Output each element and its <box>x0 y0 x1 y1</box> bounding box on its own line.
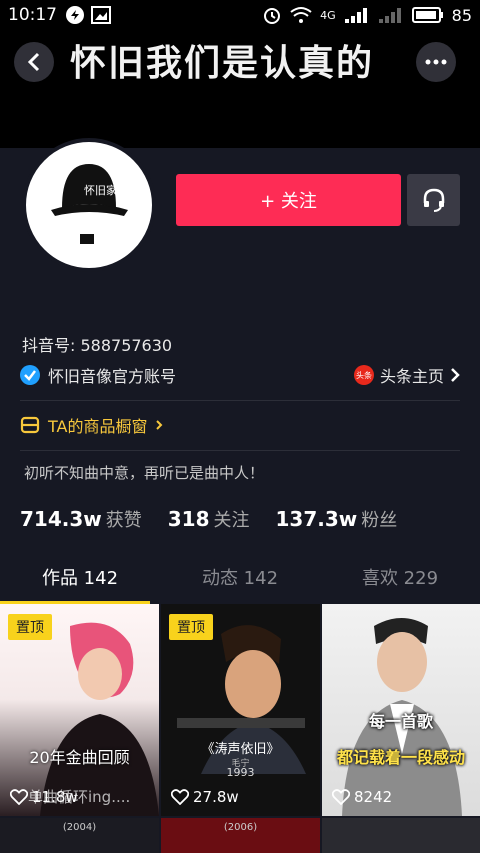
follow-label: + 关注 <box>260 191 317 212</box>
chevron-right-icon <box>156 420 163 430</box>
more-icon <box>425 59 447 65</box>
video-caption: 都记载着一段感动 <box>336 748 465 767</box>
like-count-value: 27.8w <box>193 788 239 806</box>
shop-window-label: TA的商品橱窗 <box>48 417 148 436</box>
app-notification-icon <box>66 6 84 24</box>
page-title: 怀旧我们是认真的 <box>70 42 375 84</box>
chevron-left-icon <box>27 52 40 72</box>
like-count: 11.8w <box>10 788 78 806</box>
heart-icon <box>171 789 189 805</box>
stat-value: 318 <box>167 507 210 531</box>
more-button[interactable] <box>416 42 456 82</box>
video-year: 1993 <box>226 766 255 779</box>
tab-works[interactable]: 作品 142 <box>0 556 160 602</box>
stat-label: 粉丝 <box>361 510 398 531</box>
wifi-icon <box>290 7 312 23</box>
battery-level: 85 <box>451 5 472 25</box>
bio: 初听不知曲中意，再听已是曲中人！ <box>24 464 265 482</box>
stat-label: 获赞 <box>105 510 142 531</box>
video-caption: 20年金曲回顾 <box>29 748 130 767</box>
stat-value: 714.3w <box>20 507 102 531</box>
video-thumbnail[interactable]: (2004) <box>0 818 159 853</box>
douyin-id: 抖音号: 588757630 <box>22 336 173 355</box>
stat-following[interactable]: 318 关注 <box>168 506 250 532</box>
stats-row: 714.3w 获赞 318 关注 137.3w 粉丝 <box>20 506 397 534</box>
heart-icon <box>10 789 28 805</box>
toutiao-link[interactable]: 头条 头条主页 <box>353 363 460 387</box>
like-count: 8242 <box>332 788 392 806</box>
signal-icon <box>344 8 367 23</box>
back-button[interactable] <box>14 42 54 82</box>
headset-icon <box>423 188 444 212</box>
heart-icon <box>332 789 350 805</box>
tab-likes[interactable]: 喜欢 229 <box>320 556 480 602</box>
video-thumbnail[interactable] <box>322 818 480 853</box>
stat-likes[interactable]: 714.3w 获赞 <box>20 506 142 532</box>
stat-label: 关注 <box>213 510 250 531</box>
stat-followers[interactable]: 137.3w 粉丝 <box>276 506 398 532</box>
video-thumbnail[interactable]: 每一首歌 都记载着一段感动 8242 <box>322 604 480 816</box>
video-thumbnail[interactable]: 置顶 20年金曲回顾 单曲循环ing.... 11.8w <box>0 604 159 816</box>
video-thumbnail[interactable]: 置顶 《涛声依旧》 毛宁 1993 27.8w <box>161 604 320 816</box>
shop-icon <box>20 416 40 434</box>
like-count: 27.8w <box>171 788 239 806</box>
chevron-right-icon <box>451 368 460 382</box>
video-thumbnail[interactable]: (2006) <box>161 818 320 853</box>
content-tabs: 作品 142 动态 142 喜欢 229 <box>0 556 480 604</box>
video-title: 《涛声依旧》 <box>201 742 280 757</box>
divider <box>20 450 460 451</box>
stat-value: 137.3w <box>275 507 358 531</box>
alarm-icon <box>264 8 281 24</box>
message-button[interactable] <box>407 174 460 226</box>
status-time: 10:17 <box>8 5 57 25</box>
battery-icon <box>411 7 443 23</box>
shop-window-link[interactable]: TA的商品橱窗 <box>20 413 163 437</box>
image-notification-icon <box>91 6 111 24</box>
profile-header: 怀旧我们是认真的 <box>0 30 480 148</box>
signal-2-icon <box>378 8 401 23</box>
toutiao-badge: 头条 <box>353 365 374 385</box>
like-count-value: 8242 <box>354 788 393 806</box>
pinned-badge: 置顶 <box>169 614 213 640</box>
video-year-label: (2004) <box>62 822 97 833</box>
video-year-label: (2006) <box>223 822 258 833</box>
bowler-hat-icon <box>51 164 128 244</box>
verified-label: 怀旧音像官方账号 <box>48 367 177 386</box>
hat-label: 怀旧家 <box>84 184 117 197</box>
verified-row: 怀旧音像官方账号 <box>20 363 176 387</box>
tab-posts[interactable]: 动态 142 <box>160 556 320 602</box>
video-caption: 每一首歌 <box>368 712 433 731</box>
like-count-value: 11.8w <box>32 788 78 806</box>
network-type-label: 4G <box>320 8 336 22</box>
avatar[interactable]: 怀旧家 <box>22 138 156 272</box>
toutiao-link-label: 头条主页 <box>379 367 444 386</box>
divider <box>20 400 460 401</box>
pinned-badge: 置顶 <box>8 614 52 640</box>
follow-button[interactable]: + 关注 <box>176 174 401 226</box>
verified-icon <box>20 365 40 385</box>
status-bar: 10:17 4G 85 <box>0 0 480 30</box>
